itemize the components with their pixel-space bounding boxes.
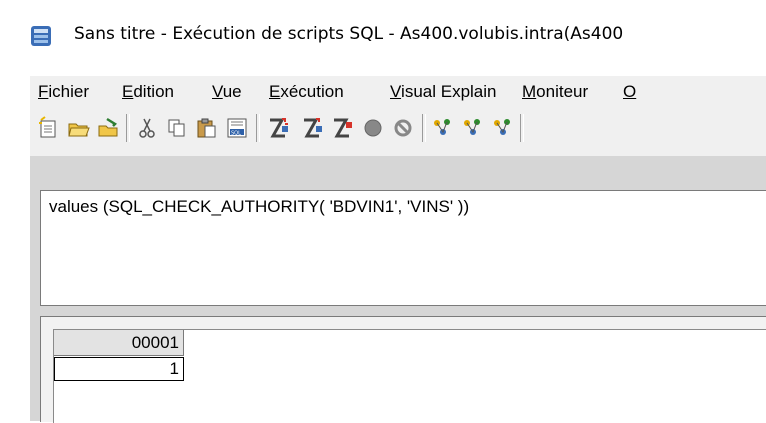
explain-icon[interactable] [430,115,456,141]
results-pane: 00001 1 [40,316,766,423]
new-icon[interactable] [36,115,62,141]
menu-more[interactable]: O [623,82,636,102]
run-selected-icon[interactable] [330,115,356,141]
results-grid: 00001 1 [53,329,766,423]
toolbar-separator [422,114,426,142]
sql-statement-text: values (SQL_CHECK_AUTHORITY( 'BDVIN1', '… [49,197,470,216]
menu-vue[interactable]: Vue [212,82,242,102]
menu-bar: Fichier Edition Vue Exécution Visual Exp… [30,76,766,107]
explain-cursor-icon[interactable] [490,115,516,141]
run-from-cursor-icon[interactable] [300,115,326,141]
cancel-icon[interactable] [390,115,416,141]
cut-icon[interactable] [134,115,160,141]
toolbar-separator [126,114,130,142]
window-title: Sans titre - Exécution de scripts SQL - … [74,24,624,44]
menu-edition[interactable]: Edition [122,82,174,102]
toolbar-separator [520,114,524,142]
save-icon[interactable] [96,115,122,141]
menu-fichier[interactable]: Fichier [38,82,89,102]
result-cell[interactable]: 1 [54,357,184,381]
open-icon[interactable] [66,115,92,141]
column-header[interactable]: 00001 [54,330,184,356]
toolbar-separator [256,114,260,142]
menu-visual-explain[interactable]: Visual Explain [390,82,497,102]
insert-sql-icon[interactable]: SQL [224,115,250,141]
menu-moniteur[interactable]: Moniteur [522,82,588,102]
toolbar: SQL [30,106,766,157]
explain-run-icon[interactable] [460,115,486,141]
stop-icon[interactable] [360,115,386,141]
sql-script-app-icon [31,26,51,46]
menu-execution[interactable]: Exécution [269,82,344,102]
paste-icon[interactable] [194,115,220,141]
copy-icon[interactable] [164,115,190,141]
sql-editor[interactable]: values (SQL_CHECK_AUTHORITY( 'BDVIN1', '… [40,190,766,306]
svg-text:SQL: SQL [231,131,241,137]
run-all-icon[interactable] [266,115,292,141]
workspace: values (SQL_CHECK_AUTHORITY( 'BDVIN1', '… [30,156,766,423]
title-bar: Sans titre - Exécution de scripts SQL - … [0,0,766,46]
